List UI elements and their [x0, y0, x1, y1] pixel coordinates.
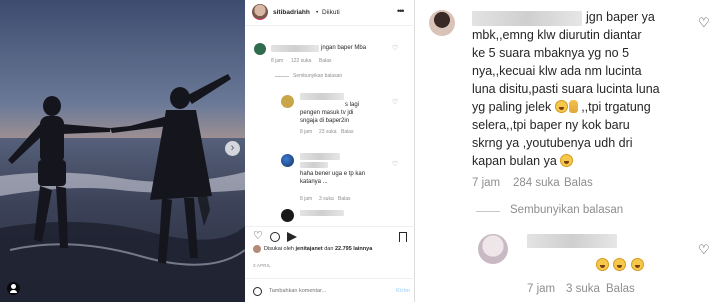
comment-text-segment: kapan bulan ya [472, 154, 557, 168]
comment-time: 8 jam [271, 58, 284, 64]
comment-text-line: skrng ya ,youtubenya udh dri [472, 136, 633, 150]
grin-emoji-icon [630, 258, 644, 271]
comment-text-segment: ,,tpi trgatung [581, 100, 651, 114]
emoji-icon[interactable] [253, 287, 262, 296]
divider [476, 211, 500, 212]
post-date[interactable]: 3 APRIL [253, 263, 271, 268]
comment-likes[interactable]: 122 suka [291, 58, 311, 64]
commenter-avatar[interactable] [254, 43, 266, 55]
reply-button[interactable]: Balas [564, 177, 593, 189]
save-bookmark-icon[interactable] [399, 232, 407, 242]
post-sidebar: sitibadriahh • Diikuti ••• jngan baper M… [245, 0, 415, 302]
zoomed-comment-panel: jgn baper ya mbk,,emng klw diurutin dian… [416, 0, 720, 302]
comment-likes[interactable]: 23 suka [319, 129, 337, 135]
reply-button[interactable]: Balas [338, 196, 351, 202]
liked-by-avatar[interactable] [253, 245, 261, 253]
comment-text-line: nya,,kecuai klw ada nm lucinta [472, 64, 642, 78]
instagram-post: › sitibadriahh • Diikuti ••• jngan baper… [0, 0, 415, 302]
blurred-username [300, 210, 344, 216]
liked-by-count[interactable]: 22.795 lainnya [335, 246, 372, 252]
comment-time: 8 jam [300, 196, 313, 202]
post-photo[interactable]: › [0, 0, 245, 302]
more-options-icon[interactable]: ••• [397, 6, 405, 16]
blurred-username [271, 45, 319, 52]
separator-dot: • [316, 9, 319, 16]
add-comment-input[interactable] [269, 288, 389, 294]
like-comment-heart-icon[interactable]: ♡ [392, 98, 398, 106]
comment-text-line-emoji: kapan bulan ya [472, 153, 574, 171]
liked-by-summary: Disukai oleh jenitajanet dan 22.795 lain… [264, 246, 372, 252]
comment-text-line: ke 5 suara mbaknya yg no 5 [472, 46, 630, 60]
like-comment-heart-icon[interactable]: ♡ [392, 160, 398, 168]
comment-likes[interactable]: 284 suka [513, 177, 560, 189]
grin-emoji-icon [554, 100, 568, 113]
blurred-username [300, 153, 340, 160]
beach-couple-photo [0, 0, 245, 302]
blurred-username [300, 162, 328, 168]
comment-time: 7 jam [472, 177, 501, 189]
grin-emoji-icon [596, 258, 609, 271]
comment-text-line: jgn baper ya [586, 10, 655, 24]
next-image-button[interactable]: › [225, 141, 240, 156]
share-icon[interactable] [287, 232, 297, 242]
comment-text-line-emoji: yg paling jelek ,,tpi trgatung [472, 99, 651, 117]
reply-text-line: pengen masuk tv jdi [300, 110, 354, 116]
hide-replies-button[interactable]: Sembunyikan balasan [510, 204, 623, 216]
liked-by-and: dan [324, 246, 334, 252]
comment-text-segment: yg paling jelek [472, 100, 552, 114]
reply-text-line: haha bener uga e tp kan [300, 171, 366, 177]
like-comment-heart-icon[interactable]: ♡ [392, 44, 398, 52]
comment-time: 7 jam [527, 283, 556, 295]
like-comment-heart-icon[interactable]: ♡ [698, 243, 710, 256]
commenter-avatar[interactable] [429, 10, 455, 36]
grin-emoji-icon [613, 258, 627, 271]
liked-by-user[interactable]: jenitajanet [296, 246, 323, 252]
reply-text-line: sngaja di baper2in [300, 118, 350, 124]
divider [275, 76, 289, 77]
reply-button[interactable]: Balas [606, 283, 635, 295]
reply-text-line: s lagi [345, 102, 360, 108]
hide-replies-button[interactable]: Sembunyikan balasan [293, 73, 342, 79]
tagged-user-icon[interactable] [7, 282, 20, 295]
comment-text-line: luna disitu,pasti suara lucinta luna [472, 82, 660, 96]
reply-avatar[interactable] [281, 154, 294, 167]
liked-by-prefix: Disukai oleh [264, 246, 294, 252]
reply-avatar[interactable] [281, 95, 294, 108]
reply-avatar[interactable] [281, 209, 294, 222]
comment-text-line: selera,,tpi baper ny kok baru [472, 118, 630, 132]
blurred-username [472, 11, 582, 26]
post-actions-bar: ♡ [245, 226, 415, 246]
victory-hand-emoji-icon [568, 100, 578, 113]
reply-button[interactable]: Balas [319, 58, 332, 64]
blurred-username [527, 234, 617, 248]
reply-button[interactable]: Balas [341, 129, 354, 135]
reply-text-line: katanya ... [300, 179, 328, 185]
add-comment-bar: Kirim [245, 278, 415, 302]
reply-avatar[interactable] [478, 234, 508, 264]
grin-emoji-icon [560, 154, 574, 167]
reply-emoji-row [596, 256, 644, 274]
comment-icon[interactable] [270, 232, 280, 242]
send-comment-button[interactable]: Kirim [396, 288, 410, 294]
post-username[interactable]: sitibadriahh [273, 9, 310, 16]
profile-avatar[interactable] [252, 4, 268, 20]
comment-time: 8 jam [300, 129, 313, 135]
comment-text-line: mbk,,emng klw diurutin diantar [472, 28, 642, 42]
like-heart-icon[interactable]: ♡ [253, 231, 263, 242]
blurred-username [300, 93, 344, 100]
follow-status[interactable]: Diikuti [322, 9, 340, 16]
like-comment-heart-icon[interactable]: ♡ [698, 16, 710, 29]
comment-likes[interactable]: 3 suka [566, 283, 600, 295]
comment-likes[interactable]: 3 suka [319, 196, 334, 202]
post-header: sitibadriahh • Diikuti ••• [245, 0, 415, 26]
comment-text: jngan baper Mba [321, 45, 367, 51]
